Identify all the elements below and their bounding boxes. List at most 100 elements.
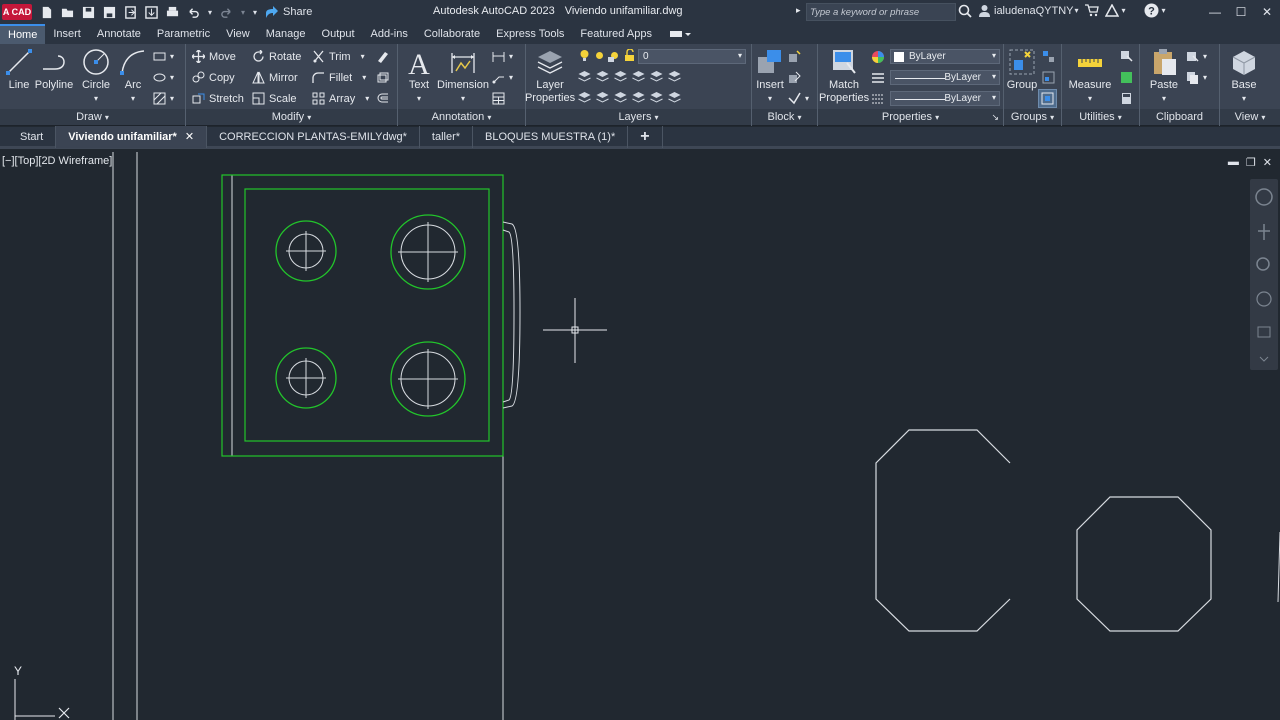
leader-button[interactable]: ▾ [492,71,513,84]
table-button[interactable] [492,92,505,105]
layer-thaw-icon[interactable] [614,91,627,104]
layer-freeze-icon[interactable] [614,70,627,83]
rectangle-button[interactable]: ▾ [153,50,174,63]
octagon[interactable] [1076,496,1212,632]
burner[interactable] [275,220,337,282]
color-wheel-icon[interactable] [871,50,885,64]
tab-express-tools[interactable]: Express Tools [488,24,572,44]
user-icon[interactable] [978,4,991,17]
edit-block-button[interactable] [788,71,801,84]
redo-icon[interactable] [218,4,235,21]
base-view-button[interactable]: Base ▾ [1226,47,1262,105]
open-web-icon[interactable] [122,4,139,21]
close-tab-icon[interactable]: ✕ [185,130,194,143]
quick-select-button[interactable] [1120,50,1133,63]
drawing-canvas[interactable]: Y [0,152,1280,720]
navbar-dropdown-icon[interactable] [1259,356,1269,362]
properties-panel-title[interactable]: Properties ▾ ↘ [818,109,1003,125]
open-folder-icon[interactable] [59,4,76,21]
rotate-button[interactable]: Rotate [252,50,301,63]
hatch-button[interactable]: ▾ [153,92,174,105]
ungroup-button[interactable] [1042,50,1055,63]
steering-wheel-icon[interactable] [1255,188,1273,206]
burner[interactable] [390,214,466,290]
layer-previous-icon[interactable] [578,91,591,104]
cut-button[interactable]: ▾ [1186,50,1207,63]
pan-icon[interactable] [1258,224,1270,240]
tab-collaborate[interactable]: Collaborate [416,24,488,44]
group-button[interactable]: Group [1006,47,1038,92]
tab-home[interactable]: Home [0,24,46,44]
match-properties-button[interactable]: Match Properties [819,47,869,105]
search-expand-icon[interactable]: ▸ [796,5,801,16]
maximize-window-icon[interactable]: ☐ [1228,0,1254,24]
ellipse-button[interactable]: ▾ [153,71,174,84]
line-button[interactable]: Line [4,47,34,92]
viewport-close-icon[interactable]: ✕ [1263,156,1272,169]
doc-tab-viviendo-unifamiliar[interactable]: Viviendo unifamiliar* ✕ [56,125,208,148]
user-dropdown-icon[interactable]: ▾ [1075,6,1079,15]
drawing-area[interactable]: Y [−][Top][2D Wireframe] ▬ ❐ ✕ [0,152,1280,720]
new-tab-button[interactable]: + [628,125,663,148]
doc-tab-bloques-muestra[interactable]: BLOQUES MUESTRA (1)* [473,125,629,148]
edit-attributes-button[interactable]: ▾ [788,92,809,105]
open-octagon[interactable] [875,429,1011,632]
doc-tab-start[interactable]: Start [0,125,57,148]
layer-merge-icon[interactable] [668,91,681,104]
lineweight-dropdown[interactable]: ByLayer ▾ [890,70,1000,85]
explode-button[interactable] [376,71,389,84]
view-panel-title[interactable]: View ▾ [1220,109,1280,125]
copy-clip-button[interactable]: ▾ [1186,71,1207,84]
properties-launcher-icon[interactable]: ↘ [991,112,999,123]
redo-dropdown-icon[interactable]: ▾ [239,4,247,21]
linetype-dropdown[interactable]: ByLayer ▾ [890,91,1000,106]
block-panel-title[interactable]: Block ▾ [752,109,817,125]
close-window-icon[interactable]: ✕ [1254,0,1280,24]
tab-output[interactable]: Output [314,24,363,44]
layer-off-icon[interactable] [578,70,591,83]
clipboard-panel-title[interactable]: Clipboard [1140,109,1219,125]
tab-parametric[interactable]: Parametric [149,24,218,44]
tab-annotate[interactable]: Annotate [89,24,149,44]
undo-dropdown-icon[interactable]: ▾ [206,4,214,21]
fillet-button[interactable]: Fillet ▾ [312,71,366,84]
burner[interactable] [275,347,337,409]
dimension-button[interactable]: Dimension ▾ [437,47,489,105]
draw-panel-title[interactable]: Draw ▾ [0,109,185,125]
undo-icon[interactable] [185,4,202,21]
move-button[interactable]: Move [192,50,236,63]
tab-featured-apps[interactable]: Featured Apps [572,24,660,44]
group-selection-toggle[interactable] [1038,89,1057,108]
plot-icon[interactable] [164,4,181,21]
tab-insert[interactable]: Insert [45,24,89,44]
mirror-button[interactable]: Mirror [252,71,298,84]
orbit-icon[interactable] [1256,291,1272,307]
store-dropdown-icon[interactable]: ▾ [1122,6,1126,15]
application-menu-button[interactable]: A CAD [0,0,34,24]
navigation-bar[interactable] [1250,179,1278,370]
layer-walk-icon[interactable] [650,91,663,104]
make-current-icon[interactable] [650,70,663,83]
layer-unlock-icon[interactable] [632,91,645,104]
viewport-restore-icon[interactable]: ❐ [1246,156,1256,169]
match-layer-icon[interactable] [668,70,681,83]
showmotion-icon[interactable] [1257,326,1271,338]
doc-tab-taller[interactable]: taller* [420,125,474,148]
groups-panel-title[interactable]: Groups ▾ [1004,109,1061,125]
layer-unisolate-icon[interactable] [596,91,609,104]
ribbon-minimize-toggle-icon[interactable] [660,24,700,44]
tab-view[interactable]: View [218,24,258,44]
erase-button[interactable] [376,50,389,63]
layer-lock-icon[interactable] [632,70,645,83]
color-dropdown[interactable]: ByLayer ▾ [890,49,1000,64]
autodesk-app-store-icon[interactable] [1104,4,1119,17]
layer-dropdown[interactable]: 0 ▾ [638,49,746,64]
stretch-button[interactable]: Stretch [192,92,244,105]
help-dropdown-icon[interactable]: ▾ [1162,6,1166,15]
arc-dropdown-icon[interactable]: ▾ [131,92,135,105]
copy-button[interactable]: Copy [192,71,235,84]
save-web-icon[interactable] [143,4,160,21]
search-icon[interactable] [958,4,972,18]
arc-button[interactable]: Arc ▾ [118,47,148,105]
zoom-icon[interactable] [1256,257,1270,271]
